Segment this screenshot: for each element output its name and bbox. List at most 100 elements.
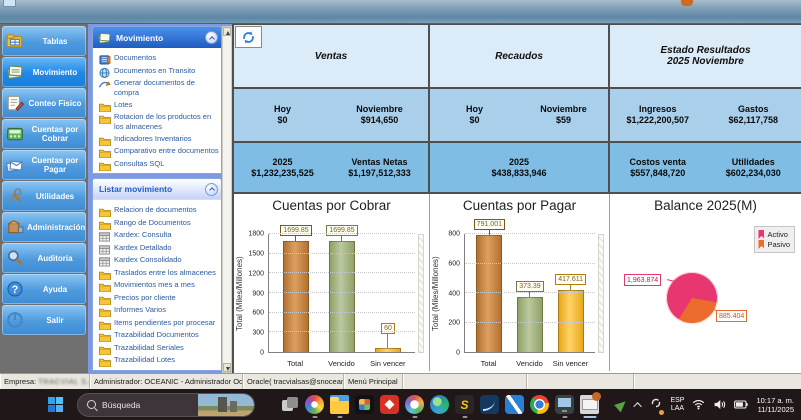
widgets-icon[interactable]	[304, 393, 325, 418]
menu-item-movimientos-mes-a-mes[interactable]: Movimientos mes a mes	[97, 279, 219, 293]
menu-item-documentos[interactable]: Documentos	[97, 52, 219, 65]
sidebar-nav: Tablas Movimiento Conteo Fisico Cuentas por…	[0, 24, 88, 373]
sidebar-item-cuentas-por-pagar[interactable]: Cuentas por Pagar	[2, 150, 86, 180]
arrow-icon	[98, 77, 111, 88]
edge-icon[interactable]	[429, 393, 450, 417]
menu-item-relacion-de-documentos[interactable]: Relacion de documentos	[97, 204, 219, 218]
sidebar-item-label: Tablas	[42, 36, 68, 46]
menu-item-items-pendientes-por-procesar[interactable]: Items pendientes por procesar	[97, 317, 219, 330]
menu-item-kardex-detallado[interactable]: Kardex Detallado	[97, 242, 219, 255]
table-icon	[98, 242, 111, 255]
folder-icon	[98, 99, 111, 112]
database-app-icon[interactable]	[579, 392, 601, 418]
menu-item-kardex-consulta[interactable]: Kardex: Consulta	[97, 229, 219, 242]
collapse-chevron-icon[interactable]	[205, 182, 218, 196]
menu-item-rango-de-documentos[interactable]: Rango de Documentos	[97, 217, 219, 230]
menu-item-label: Trazabilidad Seriales	[114, 342, 184, 352]
sidebar-item-ayuda[interactable]: ? Ayuda	[2, 274, 86, 304]
sidebar-item-movimiento[interactable]: Movimiento	[2, 57, 86, 87]
menu-item-informes-varios[interactable]: Informes Varios	[97, 304, 219, 318]
pasivo-flag-icon	[758, 240, 765, 249]
menu-item-trazabilidad-lotes[interactable]: Trazabilidad Lotes	[97, 354, 219, 368]
menu-item-label: Documentos	[114, 53, 157, 62]
chrome-icon[interactable]	[529, 393, 550, 417]
refresh-button[interactable]	[235, 26, 262, 48]
wifi-icon[interactable]	[692, 399, 705, 410]
chart-app-icon	[480, 395, 499, 414]
task-view-icon[interactable]	[279, 393, 300, 417]
sidebar-item-label: Utilidades	[35, 191, 75, 201]
sidebar-item-label: Ayuda	[42, 284, 68, 294]
start-button[interactable]	[48, 397, 63, 412]
tables-icon	[5, 32, 25, 50]
bolt-app-icon[interactable]: S	[454, 393, 475, 418]
recaudos-anio-cell: 2025 $438,833,946	[491, 156, 547, 178]
gridline	[465, 292, 595, 293]
menu-scrollbar[interactable]	[222, 26, 232, 373]
sidebar-item-cuentas-por-cobrar[interactable]: Cuentas por Cobrar	[2, 119, 86, 149]
menu-item-consultas-sql[interactable]: Consultas SQL	[97, 158, 219, 171]
sidebar-item-tablas[interactable]: Tablas	[2, 26, 86, 56]
sidebar-item-salir[interactable]: Salir	[2, 305, 86, 335]
battery-icon[interactable]	[734, 400, 749, 409]
volume-icon[interactable]	[713, 399, 726, 410]
language-indicator[interactable]: ESP LAA	[670, 397, 684, 413]
gastos-cell: Gastos $62,117,758	[728, 104, 779, 125]
sync-tray-icon[interactable]	[650, 396, 665, 415]
x-axis-labels: Total Vencido Sin vencer	[464, 359, 595, 368]
plot-edge-hatch	[598, 234, 604, 353]
menu-item-lotes[interactable]: Lotes	[97, 99, 219, 112]
widgets-icon	[305, 395, 324, 414]
statusbar-empty-2	[527, 374, 634, 389]
plot-area: 1699.85 1699.85 60	[268, 224, 415, 353]
menu-item-traslados-entre-los-almacenes[interactable]: Traslados entre los almacenes	[97, 267, 219, 280]
file-explorer-icon[interactable]	[329, 393, 350, 418]
menu-item-rotacion-de-los-productos-en-los-almacenes[interactable]: Rotacion de los productos en los almacen…	[97, 111, 219, 131]
vscode-icon[interactable]	[504, 393, 525, 417]
statusbar-oracle: Oracle( tracvialsas@snoceanic)	[243, 374, 344, 389]
taskbar-clock[interactable]: 10:17 a. m. 11/11/2025	[756, 396, 794, 414]
menu-item-trazabilidad-seriales[interactable]: Trazabilidad Seriales	[97, 342, 219, 355]
background-window-button[interactable]	[3, 0, 16, 7]
ventas-netas-cell: Ventas Netas $1,197,512,333	[348, 156, 411, 178]
remote-desktop-icon[interactable]	[554, 393, 575, 418]
menu-item-label: Movimientos mes a mes	[114, 280, 195, 289]
tray-chevron-up-icon[interactable]	[633, 401, 643, 411]
taskbar-search[interactable]: Búsqueda	[77, 392, 255, 417]
menu-item-label: Rotacion de los productos en los almacen…	[114, 112, 212, 131]
scroll-up-arrow[interactable]	[223, 27, 231, 36]
menu-item-label: Kardex Consolidado	[114, 255, 182, 264]
menu-item-indicadores-inventarios[interactable]: Indicadores Inventarios	[97, 133, 219, 146]
menu-item-documentos-en-transito[interactable]: Documentos en Transito	[97, 65, 219, 78]
search-daily-image[interactable]	[198, 393, 254, 416]
microsoft-store-icon[interactable]	[354, 393, 375, 417]
collapse-chevron-icon[interactable]	[205, 31, 218, 44]
chart-app-icon[interactable]	[479, 393, 500, 417]
menu-item-label: Lotes	[114, 99, 133, 109]
menu-section-1: Listar movimiento Relacion de documentos R…	[92, 178, 222, 371]
menu-item-generar-documentos-de-compra[interactable]: Generar documentos de compra	[97, 77, 219, 97]
running-indicator	[312, 415, 317, 418]
section-header[interactable]: Movimiento	[93, 27, 221, 48]
menu-item-precios-por-cliente[interactable]: Precios por cliente	[97, 292, 219, 305]
menu-item-kardex-consolidado[interactable]: Kardex Consolidado	[97, 254, 219, 267]
section-header[interactable]: Listar movimiento	[93, 179, 221, 200]
gridline	[269, 252, 415, 254]
sidebar-item-administración[interactable]: Administración	[2, 212, 86, 242]
menu-item-trazabilidad-documentos[interactable]: Trazabilidad Documentos	[97, 329, 219, 343]
refresh-icon	[243, 30, 254, 44]
red-diamond-app-icon[interactable]	[379, 393, 400, 417]
y-axis-tick: 0	[456, 349, 460, 357]
y-axis-ticks: 0 300 600 900 1200 1500 1800	[245, 231, 266, 357]
menu-item-label: Relacion de documentos	[114, 205, 197, 214]
scroll-down-arrow[interactable]	[223, 363, 231, 372]
sidebar-item-auditoria[interactable]: Auditoria	[2, 243, 86, 273]
sidebar-item-label: Salir	[46, 315, 64, 325]
menu-item-comparativo-entre-documentos[interactable]: Comparativo entre documentos	[97, 145, 219, 159]
green-cursor-icon[interactable]	[614, 397, 629, 412]
sidebar-item-conteo-fisico[interactable]: Conteo Fisico	[2, 88, 86, 118]
y-axis-tick: 800	[448, 230, 460, 238]
menu-item-label: Documentos en Transito	[114, 65, 196, 75]
sidebar-item-utilidades[interactable]: Utilidades	[2, 181, 86, 211]
color-circle-app-icon[interactable]	[404, 393, 425, 418]
